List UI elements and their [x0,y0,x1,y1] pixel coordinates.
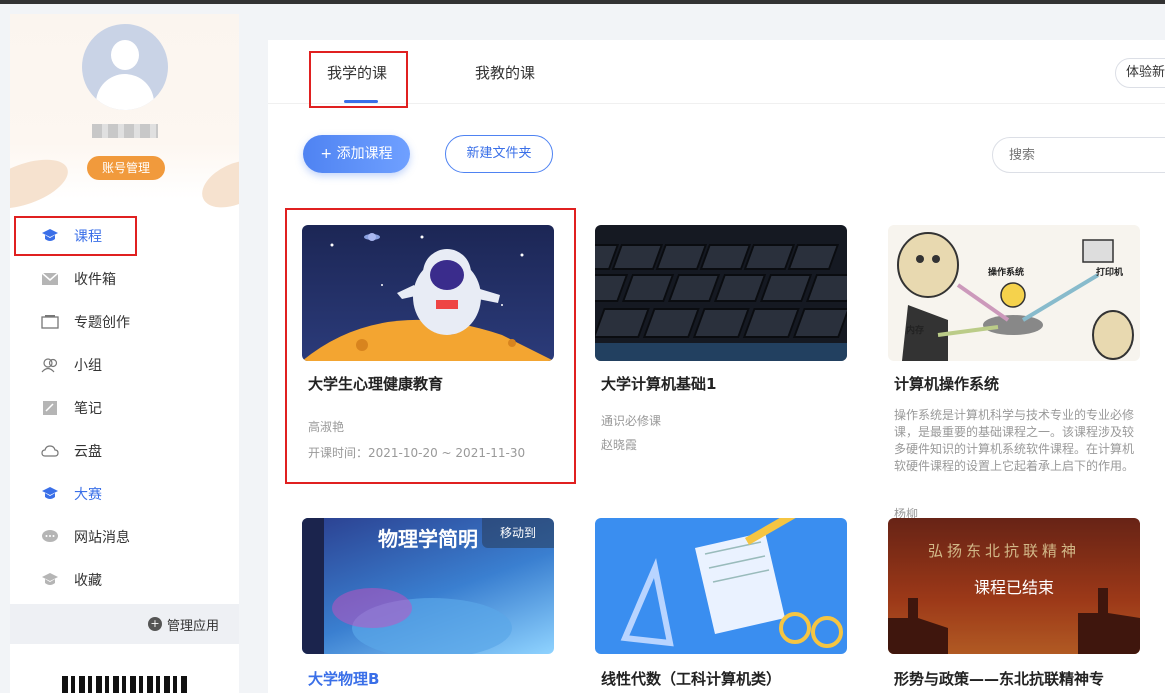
course-thumbnail [595,518,847,654]
note-icon [40,398,60,418]
sidebar-item-contest[interactable]: 大赛 [10,472,239,515]
contest-icon [40,484,60,504]
cloud-icon [40,441,60,461]
course-title[interactable]: 大学计算机基础1 [601,373,716,394]
sidebar-item-message[interactable]: 网站消息 [10,515,239,558]
course-title[interactable]: 形势与政策——东北抗联精神专 [894,668,1104,689]
sidebar-item-favorite[interactable]: 收藏 [10,558,239,601]
decor-blob [194,151,239,217]
course-category: 通识必修课 [601,414,662,428]
course-thumbnail: 物理学简明 移动到 [302,518,554,654]
add-course-button[interactable]: + 添加课程 [303,135,410,173]
search-input[interactable] [992,137,1165,173]
manage-apps-button[interactable]: + 管理应用 [10,604,239,644]
course-description: 操作系统是计算机科学与技术专业的专业必修课，是最重要的基础课程之一。该课程涉及较… [894,408,1135,473]
course-teacher: 赵晓霞 [601,438,638,452]
course-title[interactable]: 线性代数（工科计算机类） [601,668,781,689]
window-top-border [0,0,1165,4]
sidebar-item-label: 专题创作 [74,314,130,331]
sidebar-item-label: 云盘 [74,443,102,460]
course-title[interactable]: 计算机操作系统 [894,373,999,394]
highlight-box-tab [309,51,408,108]
decor-blob [10,149,75,219]
course-card[interactable]: 大学计算机基础1 通识必修课 赵晓霞 [595,225,847,485]
thumb-label-printer: 打印机 [1096,266,1123,278]
group-icon [40,355,60,375]
sidebar-item-inbox[interactable]: 收件箱 [10,257,239,300]
account-manage-button[interactable]: 账号管理 [87,156,165,180]
course-thumbnail: 弘扬东北抗联精神 课程已结束 [888,518,1140,654]
course-thumbnail: 操作系统 打印机 内存 [888,225,1140,361]
highlight-box-card [285,208,576,484]
sidebar-item-group[interactable]: 小组 [10,343,239,386]
sidebar-item-label: 大赛 [74,486,102,503]
sidebar: 账号管理 课程 收件箱 专题创作 小组 笔记 云盘 大赛 网站消息 收藏 + 管… [10,14,239,693]
course-card[interactable]: 线性代数（工科计算机类） [595,518,847,693]
try-new-button[interactable]: 体验新 [1115,58,1165,88]
avatar[interactable] [82,24,168,110]
sidebar-item-note[interactable]: 笔记 [10,386,239,429]
favorite-icon [40,570,60,590]
username-blurred [92,124,158,138]
highlight-box-course [14,216,137,256]
course-card[interactable]: 物理学简明 移动到 大学物理B [302,518,554,693]
qr-code [62,676,190,693]
course-card[interactable]: 操作系统 打印机 内存 计算机操作系统 操作系统是计算机科学与技术专业的专业必修… [888,225,1140,521]
sidebar-item-label: 小组 [74,357,102,374]
new-folder-button[interactable]: 新建文件夹 [445,135,553,173]
inbox-icon [40,269,60,289]
tab-my-teaching[interactable]: 我教的课 [475,62,535,83]
sidebar-item-label: 网站消息 [74,529,130,546]
message-icon [40,527,60,547]
topic-icon [40,312,60,332]
move-to-button[interactable]: 移动到 [482,518,554,548]
thumb-label-os: 操作系统 [988,266,1024,278]
sidebar-item-label: 收藏 [74,572,102,589]
course-card[interactable]: 弘扬东北抗联精神 课程已结束 形势与政策——东北抗联精神专 [888,518,1140,693]
manage-apps-label: 管理应用 [166,618,219,634]
sidebar-item-label: 笔记 [74,400,102,417]
cover-title: 物理学简明 [378,527,478,551]
sidebar-item-label: 收件箱 [74,271,116,288]
sidebar-item-cloud[interactable]: 云盘 [10,429,239,472]
course-ended-badge: 课程已结束 [888,518,1140,654]
plus-circle-icon: + [147,617,162,631]
sidebar-nav: 课程 收件箱 专题创作 小组 笔记 云盘 大赛 网站消息 收藏 [10,214,239,601]
thumb-label-memory: 内存 [906,324,924,336]
course-thumbnail [595,225,847,361]
course-title[interactable]: 大学物理B [308,668,379,689]
profile-card: 账号管理 [10,14,239,219]
sidebar-item-topic[interactable]: 专题创作 [10,300,239,343]
